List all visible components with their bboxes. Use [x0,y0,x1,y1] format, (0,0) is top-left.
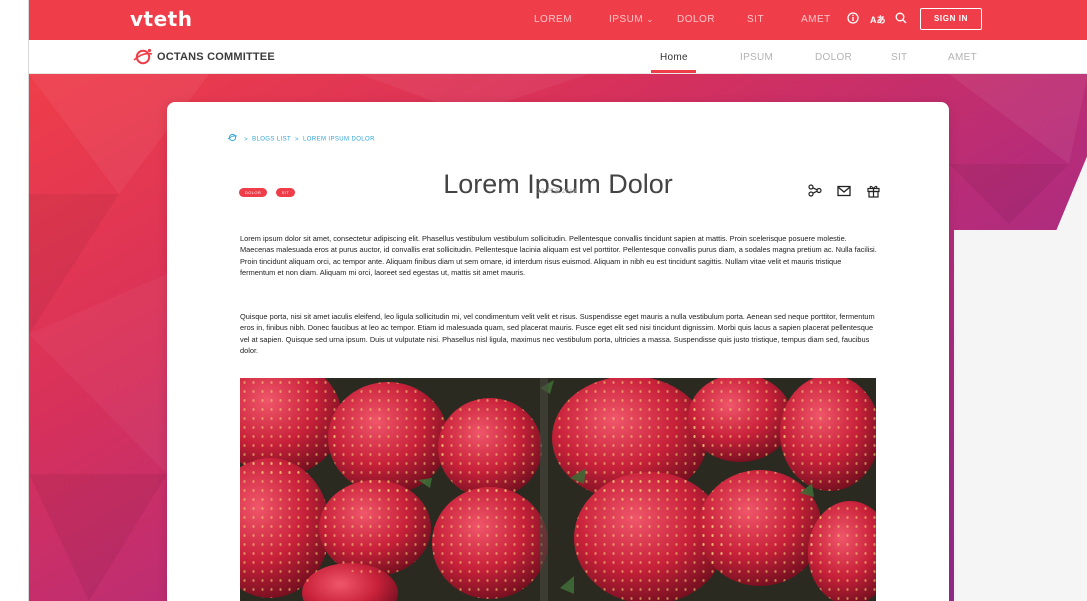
tag-dolor[interactable]: DOLOR [239,188,268,197]
breadcrumb-separator: > [244,136,248,143]
committee-name[interactable]: OCTANS COMMITTEE [157,51,275,63]
sub-nav-sit[interactable]: SIT [891,52,907,63]
home-icon[interactable] [227,133,238,145]
top-nav-lorem[interactable]: LOREM [534,13,572,27]
top-nav-dolor[interactable]: DOLOR [677,13,715,27]
top-nav-amet[interactable]: AMET [801,13,831,27]
mail-icon[interactable] [837,184,852,202]
search-icon[interactable] [895,12,907,27]
sign-in-button[interactable]: SIGN IN [920,8,982,30]
strawberries-photo [240,378,876,601]
committee-logo-icon[interactable] [133,48,153,71]
article-card: > BLOGS LIST > LOREM IPSUM DOLOR Lorem I… [167,102,949,601]
top-nav-ipsum-label: IPSUM [609,14,644,25]
active-tab-indicator [651,70,696,73]
chevron-down-icon: ⌄ [646,15,654,24]
strawberries-image [240,378,876,601]
top-navigation-bar: vteth LOREM IPSUM ⌄ DOLOR SIT AMET Aあ SI… [29,0,1087,40]
committee-bar: OCTANS COMMITTEE Home IPSUM DOLOR SIT AM… [29,40,1087,74]
top-nav-ipsum[interactable]: IPSUM ⌄ [609,13,654,27]
breadcrumb: > BLOGS LIST > LOREM IPSUM DOLOR [227,133,375,145]
breadcrumb-separator: > [295,136,299,143]
publish-date: 12 FEB 2019 [537,189,577,195]
sub-nav-ipsum[interactable]: IPSUM [740,52,773,63]
top-nav: LOREM IPSUM ⌄ DOLOR SIT AMET Aあ SIGN IN [29,0,1087,40]
browser-viewport: vteth LOREM IPSUM ⌄ DOLOR SIT AMET Aあ SI… [28,0,1087,601]
article-paragraph: Lorem ipsum dolor sit amet, consectetur … [240,234,877,278]
breadcrumb-current: LOREM IPSUM DOLOR [303,136,375,143]
breadcrumb-blogs-list[interactable]: BLOGS LIST [252,137,291,143]
sub-nav-amet[interactable]: AMET [948,52,977,63]
top-nav-sit[interactable]: SIT [747,13,764,27]
tag-list: DOLOR SIT [239,188,299,206]
gift-icon[interactable] [867,184,880,203]
tag-sit[interactable]: SIT [275,188,296,197]
info-icon[interactable] [847,12,859,27]
share-icon[interactable] [808,184,822,202]
translate-icon[interactable]: Aあ [870,13,886,27]
sub-nav-dolor[interactable]: DOLOR [815,52,852,63]
share-actions [808,184,891,203]
article-paragraph: Quisque porta, nisi sit amet iaculis ele… [240,312,875,356]
sub-nav-home[interactable]: Home [660,52,688,63]
sidebar-panel [954,230,1087,601]
